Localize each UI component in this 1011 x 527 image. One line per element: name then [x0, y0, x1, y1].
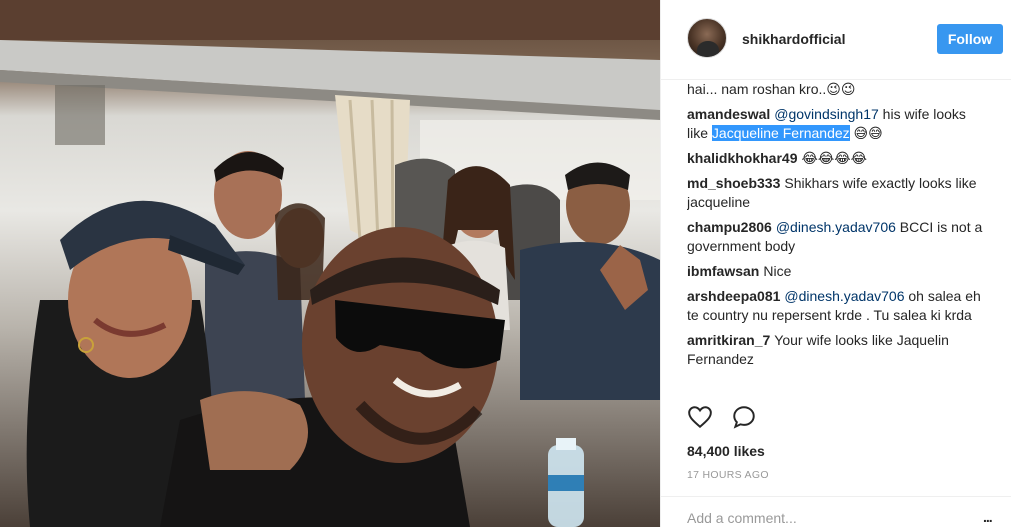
more-options-button[interactable]: ... — [983, 509, 993, 525]
comment-username[interactable]: md_shoeb333 — [687, 175, 780, 191]
follow-button[interactable]: Follow — [937, 24, 1003, 54]
likes-count[interactable]: 84,400 likes — [687, 443, 765, 459]
post-header: shikhardofficial Follow — [661, 0, 1011, 80]
comment-text: Nice — [763, 263, 792, 279]
comment-item: hai... nam roshan kro..😉😉 — [687, 80, 987, 99]
comment-username[interactable]: ibmfawsan — [687, 263, 759, 279]
post-timestamp[interactable]: 17 HOURS AGO — [687, 469, 769, 481]
comment-item: khalidkhokhar49 😂😂😂😂 — [687, 149, 987, 168]
comment-text: 😂😂😂😂 — [801, 150, 867, 166]
post-actions — [687, 404, 887, 432]
selected-text: Jacqueline Fernandez — [711, 125, 850, 141]
mention-link[interactable]: @dinesh.yadav706 — [776, 219, 896, 235]
post-username[interactable]: shikhardofficial — [742, 31, 845, 47]
comment-input[interactable] — [687, 507, 967, 527]
comment-item: amritkiran_7 Your wife looks like Jaqueli… — [687, 331, 987, 369]
comment-text: 😅😅 — [849, 125, 883, 141]
comment-text: hai... nam roshan kro..😉😉 — [687, 81, 856, 97]
comment-item: md_shoeb333 Shikhars wife exactly looks l… — [687, 174, 987, 212]
instagram-post-view: shikhardofficial Follow hai... nam rosha… — [0, 0, 1011, 527]
comment-username[interactable]: champu2806 — [687, 219, 772, 235]
post-photo[interactable] — [0, 0, 660, 527]
post-side-panel: shikhardofficial Follow hai... nam rosha… — [660, 0, 1011, 527]
comment-username[interactable]: arshdeepa081 — [687, 288, 780, 304]
comment-username[interactable]: amritkiran_7 — [687, 332, 770, 348]
avatar[interactable] — [687, 18, 727, 58]
comments-list[interactable]: hai... nam roshan kro..😉😉 amandeswal @govi… — [687, 80, 987, 392]
mention-link[interactable]: @dinesh.yadav706 — [784, 288, 904, 304]
comment-username[interactable]: amandeswal — [687, 106, 770, 122]
comment-item: champu2806 @dinesh.yadav706 BCCI is not a… — [687, 218, 987, 256]
mention-link[interactable]: @govindsingh17 — [774, 106, 879, 122]
heart-icon[interactable] — [687, 404, 713, 430]
comment-item: ibmfawsan Nice — [687, 262, 987, 281]
comment-icon[interactable] — [731, 404, 757, 430]
comment-item: arshdeepa081 @dinesh.yadav706 oh salea eh… — [687, 287, 987, 325]
comment-username[interactable]: khalidkhokhar49 — [687, 150, 798, 166]
photo-illustration — [0, 0, 660, 527]
add-comment-bar: ... — [661, 496, 1011, 527]
comment-item: amandeswal @govindsingh17 his wife looks … — [687, 105, 987, 143]
